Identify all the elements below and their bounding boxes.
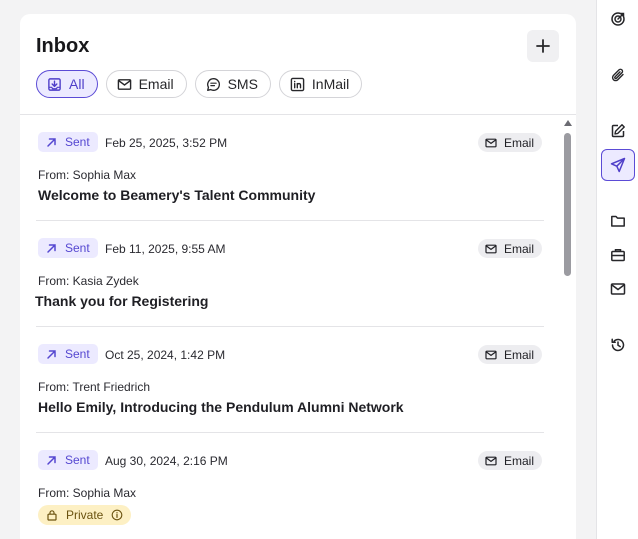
folder-icon (611, 215, 625, 227)
message-date: Feb 11, 2025, 9:55 AM (105, 242, 226, 256)
message-date: Aug 30, 2024, 2:16 PM (105, 454, 228, 468)
arrow-up-right-icon (47, 243, 56, 253)
scrollbar-thumb[interactable] (564, 133, 571, 276)
filter-sms-label: SMS (227, 76, 258, 92)
sent-badge: Sent (38, 132, 98, 152)
private-label: Private (66, 508, 104, 522)
sent-badge: Sent (38, 344, 98, 364)
arrow-up-right-icon (47, 455, 56, 465)
envelope-icon (485, 456, 497, 465)
type-label: Email (503, 347, 534, 362)
type-badge: Email (477, 345, 542, 364)
send-button[interactable] (601, 149, 635, 181)
message-subject: Thank you for Registering (35, 293, 209, 309)
target-button[interactable] (601, 3, 635, 35)
message-list: Sent Feb 25, 2025, 3:52 PM Email From: S… (35, 115, 544, 539)
sent-label: Sent (65, 347, 90, 361)
message-from: From: Kasia Zydek (38, 274, 139, 288)
message-subject: Hello Emily, Introducing the Pendulum Al… (38, 399, 404, 415)
chat-bubble-icon (206, 77, 220, 91)
scroll-up-arrow-icon[interactable] (563, 119, 573, 127)
filter-all[interactable]: All (36, 70, 98, 98)
target-icon (611, 12, 625, 26)
jobs-button[interactable] (601, 239, 635, 271)
envelope-icon (485, 138, 497, 147)
message-subject: Welcome to Beamery's Talent Community (38, 187, 316, 203)
message-from: From: Trent Friedrich (38, 380, 151, 394)
info-icon[interactable] (111, 509, 123, 521)
filter-email[interactable]: Email (105, 70, 187, 98)
private-badge: Private (38, 505, 132, 525)
app-root: Inbox All Email SMS InMail Sent Feb 25, … (0, 0, 638, 539)
filter-sms[interactable]: SMS (194, 70, 271, 98)
attachment-button[interactable] (601, 59, 635, 91)
message-date: Feb 25, 2025, 3:52 PM (105, 136, 228, 150)
add-button[interactable] (527, 30, 559, 62)
sent-badge: Sent (38, 450, 98, 470)
filter-all-label: All (69, 76, 85, 92)
message-date: Oct 25, 2024, 1:42 PM (105, 348, 226, 362)
inbox-download-icon (48, 77, 61, 91)
right-toolbar (596, 0, 638, 539)
sent-label: Sent (65, 241, 90, 255)
message-item[interactable]: Sent Feb 11, 2025, 9:55 AM Email From: K… (35, 221, 544, 327)
inbox-header: Inbox All Email SMS InMail (20, 14, 576, 115)
linkedin-icon (290, 77, 305, 91)
type-label: Email (503, 241, 534, 256)
filter-tabs: All Email SMS InMail (36, 70, 363, 98)
sent-label: Sent (65, 453, 90, 467)
arrow-up-right-icon (47, 137, 56, 147)
compose-note-button[interactable] (601, 115, 635, 147)
sent-badge: Sent (38, 238, 98, 258)
arrow-up-right-icon (47, 349, 56, 359)
filter-inmail-label: InMail (311, 76, 350, 92)
type-label: Email (503, 453, 534, 468)
history-icon (611, 338, 625, 352)
folder-button[interactable] (601, 205, 635, 237)
type-badge: Email (477, 239, 542, 258)
edit-note-icon (611, 124, 625, 138)
envelope-icon (117, 78, 131, 90)
type-badge: Email (477, 451, 542, 470)
page-title: Inbox (36, 35, 90, 57)
envelope-icon (485, 244, 497, 253)
message-item[interactable]: Sent Oct 25, 2024, 1:42 PM Email From: T… (36, 327, 544, 433)
lock-icon (47, 510, 57, 521)
type-badge: Email (477, 133, 542, 152)
envelope-icon (485, 350, 497, 359)
plus-icon (536, 39, 550, 53)
type-label: Email (503, 135, 534, 150)
messages-button[interactable] (601, 273, 635, 305)
filter-email-label: Email (138, 76, 174, 92)
history-button[interactable] (601, 329, 635, 361)
briefcase-icon (611, 249, 625, 262)
sent-label: Sent (65, 135, 90, 149)
filter-inmail[interactable]: InMail (278, 70, 363, 98)
paperclip-icon (611, 68, 624, 82)
message-item[interactable]: Sent Aug 30, 2024, 2:16 PM Email From: S… (36, 433, 544, 539)
message-from: From: Sophia Max (38, 486, 137, 500)
inbox-panel: Inbox All Email SMS InMail Sent Feb 25, … (20, 14, 576, 539)
message-from: From: Sophia Max (38, 168, 137, 182)
send-icon (610, 157, 626, 173)
message-item[interactable]: Sent Feb 25, 2025, 3:52 PM Email From: S… (36, 115, 544, 221)
envelope-icon (610, 283, 626, 295)
